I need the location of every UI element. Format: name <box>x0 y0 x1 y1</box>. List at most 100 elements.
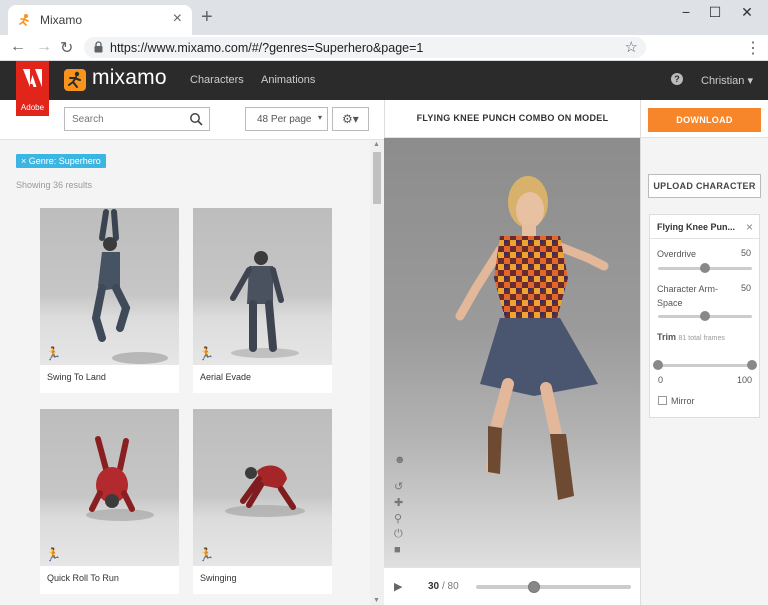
browser-tabbar: Mixamo × + − ☐ ✕ <box>0 0 768 35</box>
search-input[interactable] <box>65 108 185 130</box>
search-toolbar: 48 Per page ▾ ⚙▾ <box>0 100 384 140</box>
scroll-up-icon[interactable]: ▲ <box>373 141 380 148</box>
animation-thumbnail: 🏃 <box>40 208 179 365</box>
character-figure-icon <box>86 436 154 521</box>
animation-browser: 48 Per page ▾ ⚙▾ × Genre: Superhero Show… <box>0 100 384 605</box>
trim-min: 0 <box>658 375 664 385</box>
animation-card[interactable]: 🏃 Aerial Evade <box>193 208 332 393</box>
animation-card[interactable]: 🏃 Swing To Land <box>40 208 179 393</box>
tab-title: Mixamo <box>40 13 83 27</box>
window-close-icon[interactable]: ✕ <box>733 4 761 24</box>
search-field[interactable] <box>64 107 210 131</box>
forward-icon[interactable]: → <box>36 38 52 56</box>
3d-viewport[interactable]: ☻ ↺ ✚ ⚲ ⏻ ■ <box>384 138 640 567</box>
runner-icon: 🏃 <box>198 547 215 562</box>
user-menu[interactable]: Christian ▾ <box>701 74 753 87</box>
card-label: Swinging <box>200 573 237 583</box>
viewer-header: FLYING KNEE PUNCH COMBO ON MODEL <box>384 100 640 138</box>
mirror-checkbox[interactable] <box>658 396 667 405</box>
help-icon[interactable]: ? <box>671 73 683 85</box>
minimize-icon[interactable]: − <box>672 4 700 24</box>
address-bar: ← → ↻ https://www.mixamo.com/#/?genres=S… <box>0 35 768 61</box>
adobe-logo[interactable]: Adobe <box>16 61 49 116</box>
tab-close-icon[interactable]: × <box>173 10 182 28</box>
settings-button[interactable]: ⚙▾ <box>332 107 369 131</box>
bookmark-star-icon[interactable]: ☆ <box>625 38 638 56</box>
mirror-label[interactable]: Mirror <box>671 396 695 406</box>
scroll-thumb[interactable] <box>373 152 381 204</box>
mixamo-runner-icon <box>68 71 81 88</box>
rotate-icon[interactable]: ↺ <box>394 480 403 493</box>
overdrive-handle[interactable] <box>700 263 710 273</box>
timeline-handle[interactable] <box>528 581 541 593</box>
overdrive-value: 50 <box>740 248 751 258</box>
app-header: mixamo Characters Animations ? Christian… <box>0 61 768 100</box>
runner-icon: 🏃 <box>45 547 62 562</box>
actions-header: DOWNLOAD <box>640 100 768 138</box>
genre-filter-tag[interactable]: × Genre: Superhero <box>16 154 106 168</box>
gear-icon: ⚙▾ <box>342 112 359 126</box>
nav-characters[interactable]: Characters <box>190 74 244 86</box>
scroll-down-icon[interactable]: ▼ <box>373 597 380 604</box>
reset-view-icon[interactable]: ⏻ <box>394 528 403 541</box>
url-text: https://www.mixamo.com/#/?genres=Superhe… <box>110 41 424 55</box>
animation-settings-panel: UPLOAD CHARACTER Flying Knee Pun... × Ov… <box>640 138 768 605</box>
nav-animations[interactable]: Animations <box>261 74 315 86</box>
reload-icon[interactable]: ↻ <box>60 38 73 58</box>
timeline-slider[interactable] <box>476 581 631 593</box>
mixamo-favicon-icon <box>19 14 29 26</box>
results-scrollbar[interactable]: ▲ ▼ <box>370 140 384 605</box>
overdrive-label: Overdrive <box>657 249 697 259</box>
character-figure-icon <box>230 251 299 358</box>
camera-icon[interactable]: ■ <box>394 544 401 556</box>
arm-space-handle[interactable] <box>700 311 710 321</box>
card-label: Quick Roll To Run <box>47 573 119 583</box>
pan-icon[interactable]: ✚ <box>394 496 403 509</box>
trim-start-handle[interactable] <box>653 360 663 370</box>
animation-thumbnail: 🏃 <box>193 208 332 365</box>
browser-tab[interactable]: Mixamo × <box>8 5 192 35</box>
animation-card[interactable]: 🏃 Swinging <box>193 409 332 594</box>
character-figure-icon <box>225 465 305 517</box>
current-frame: 30 <box>428 581 440 592</box>
arm-space-label: Character Arm-Space <box>657 284 719 308</box>
zoom-icon[interactable]: ⚲ <box>394 512 402 525</box>
character-face-icon[interactable]: ☻ <box>394 454 406 466</box>
trim-max: 100 <box>736 375 752 385</box>
mixamo-logo-icon[interactable] <box>64 69 86 91</box>
upload-character-button[interactable]: UPLOAD CHARACTER <box>648 174 761 198</box>
maximize-icon[interactable]: ☐ <box>701 4 729 24</box>
total-frames: / 80 <box>442 581 459 592</box>
close-icon[interactable]: × <box>746 220 753 234</box>
new-tab-icon[interactable]: + <box>201 6 213 29</box>
url-field[interactable]: https://www.mixamo.com/#/?genres=Superhe… <box>84 37 646 58</box>
overdrive-slider[interactable] <box>658 263 752 273</box>
back-icon[interactable]: ← <box>10 38 26 56</box>
arm-space-slider[interactable] <box>658 311 752 321</box>
settings-card: Flying Knee Pun... × Overdrive 50 Charac… <box>649 214 760 418</box>
per-page-value: 48 Per page <box>257 114 312 125</box>
brand-name[interactable]: mixamo <box>92 66 167 90</box>
animation-card[interactable]: 🏃 Quick Roll To Run <box>40 409 179 594</box>
animation-title: FLYING KNEE PUNCH COMBO ON MODEL <box>416 113 609 123</box>
trim-end-handle[interactable] <box>747 360 757 370</box>
trim-label-group: Trim 81 total frames <box>657 330 741 346</box>
character-model-icon <box>455 176 609 500</box>
divider <box>650 238 759 239</box>
card-label: Swing To Land <box>47 372 106 382</box>
character-figure-icon <box>91 209 168 364</box>
play-icon[interactable]: ▶ <box>394 580 402 593</box>
playback-bar: ▶ 30 / 80 <box>384 567 640 605</box>
card-label: Aerial Evade <box>200 372 252 382</box>
adobe-logo-icon <box>23 69 42 87</box>
lock-icon <box>94 41 103 53</box>
trim-slider[interactable] <box>653 360 757 370</box>
search-icon[interactable] <box>189 112 203 126</box>
trim-frames-note: 81 total frames <box>678 335 725 342</box>
animation-thumbnail: 🏃 <box>193 409 332 566</box>
settings-title: Flying Knee Pun... <box>657 222 736 232</box>
browser-menu-icon[interactable]: ⋮ <box>745 38 761 58</box>
per-page-select[interactable]: 48 Per page ▾ <box>245 107 328 131</box>
download-button[interactable]: DOWNLOAD <box>648 108 761 132</box>
animation-thumbnail: 🏃 <box>40 409 179 566</box>
